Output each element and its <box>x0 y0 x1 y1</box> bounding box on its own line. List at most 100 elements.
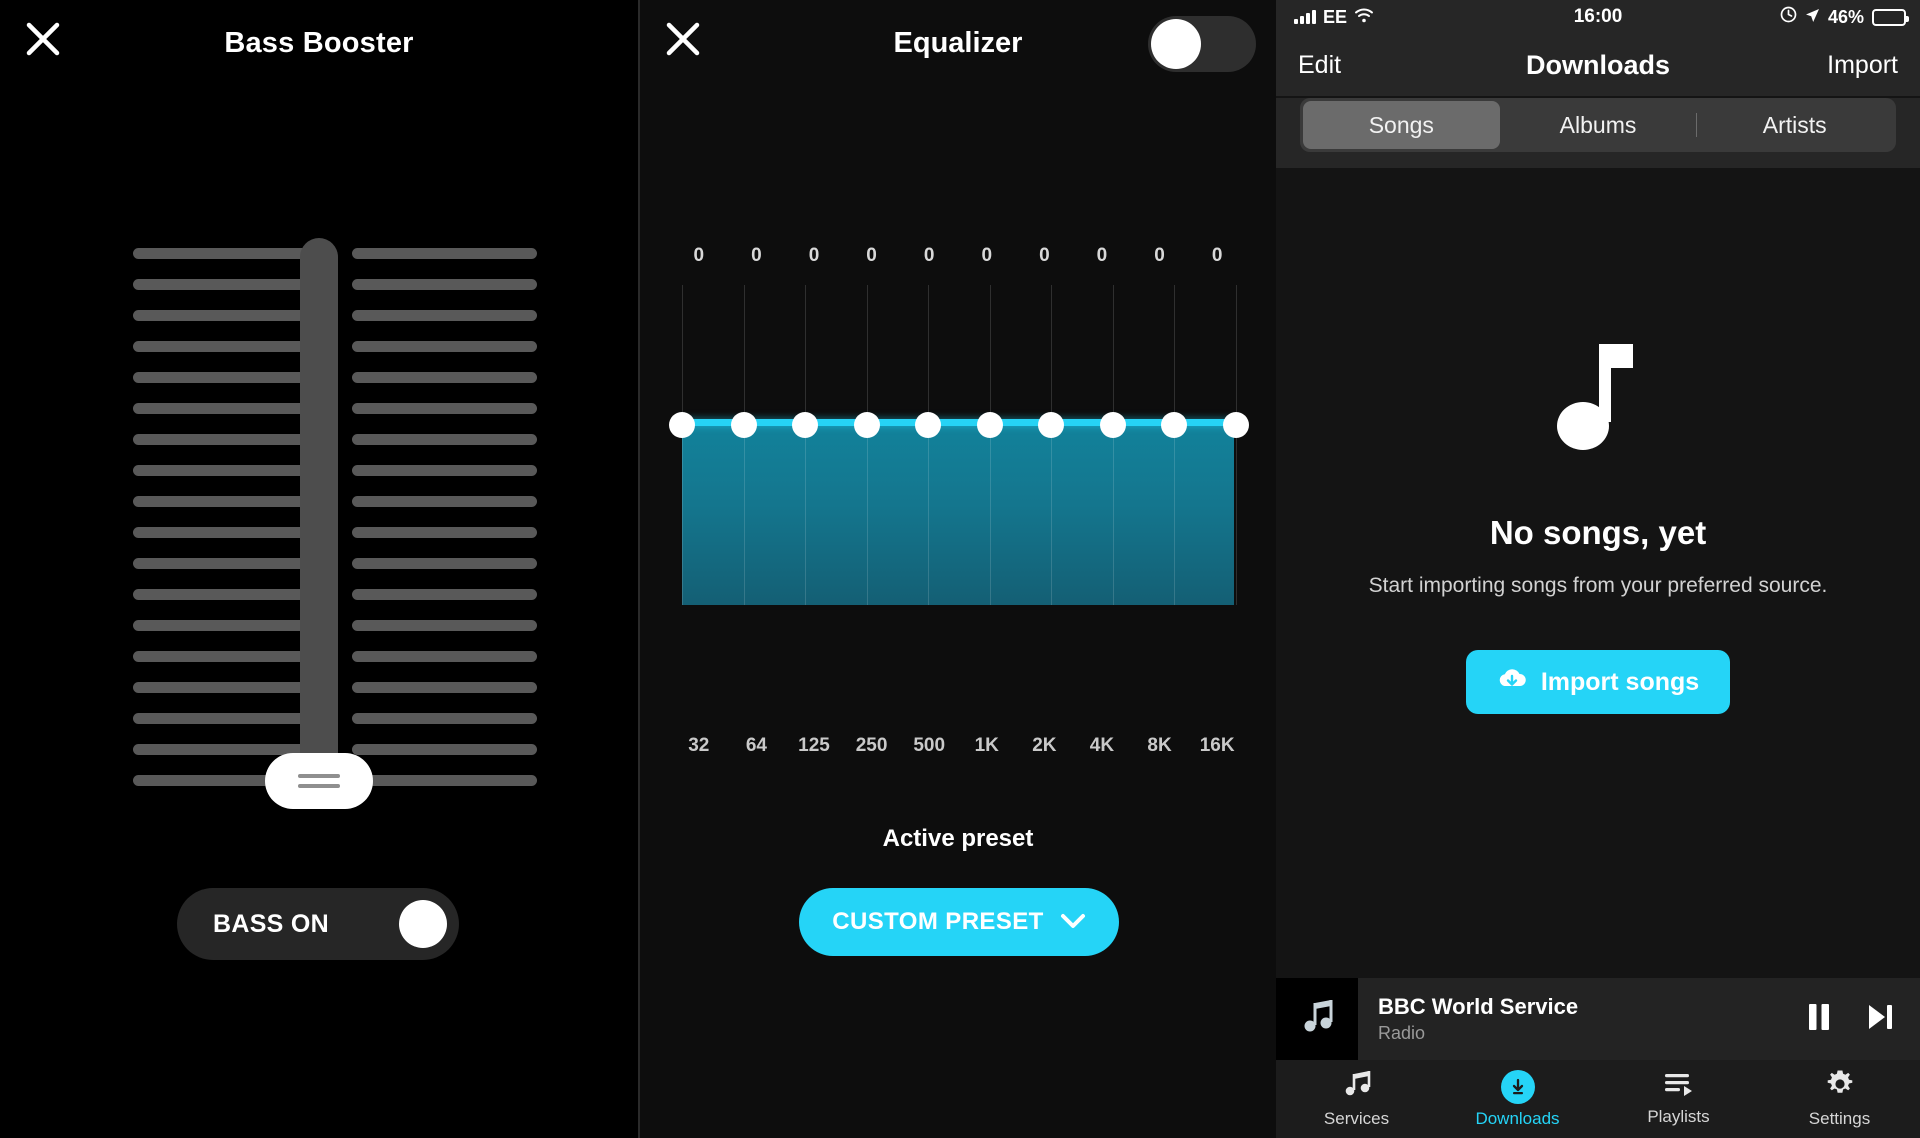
eq-band-value: 0 <box>866 245 877 266</box>
location-arrow-icon <box>1805 7 1820 28</box>
bass-level-slider[interactable] <box>0 238 638 809</box>
battery-percent-label: 46% <box>1827 6 1864 27</box>
tab-playlists[interactable]: Playlists <box>1598 1060 1759 1138</box>
eq-band-handle[interactable] <box>1223 412 1249 438</box>
bass-on-toggle[interactable]: BASS ON <box>177 888 459 960</box>
eq-gridline <box>989 285 991 605</box>
eq-gridline <box>928 285 930 605</box>
tab-label: Settings <box>1808 1109 1871 1128</box>
eq-band-handle[interactable] <box>792 412 819 438</box>
carrier-label: EE <box>1323 6 1348 27</box>
slider-tick <box>352 341 537 352</box>
eq-gridline <box>866 285 868 605</box>
bass-on-label: BASS ON <box>213 909 330 938</box>
eq-band-frequency: 8K <box>1147 735 1172 756</box>
wifi-icon <box>1354 7 1374 28</box>
now-playing-artwork <box>1276 978 1358 1060</box>
slider-tick <box>133 341 318 352</box>
status-left: EE <box>1294 7 1374 28</box>
slider-tick <box>352 310 537 321</box>
switch-knob <box>1151 19 1201 69</box>
now-playing-meta: BBC World Service Radio <box>1378 994 1806 1044</box>
slider-tick <box>133 527 318 538</box>
slider-tick <box>133 279 318 290</box>
segment-artists[interactable]: Artists <box>1696 101 1893 149</box>
slider-tick <box>352 279 537 290</box>
chevron-down-icon <box>1060 908 1086 936</box>
bass-booster-header: Bass Booster <box>0 0 638 86</box>
import-button[interactable]: Import <box>1827 51 1898 80</box>
slider-tick <box>133 248 318 259</box>
eq-gridline <box>743 285 745 605</box>
tab-settings[interactable]: Settings <box>1759 1060 1920 1138</box>
now-playing-bar[interactable]: BBC World Service Radio <box>1276 978 1920 1060</box>
tab-downloads[interactable]: Downloads <box>1437 1060 1598 1138</box>
segment-albums[interactable]: Albums <box>1500 101 1697 149</box>
screenshot-root: Bass Booster BASS ON Equalizer 0 0 0 0 0… <box>0 0 1920 1138</box>
slider-tick <box>352 713 537 724</box>
eq-gridline <box>1174 285 1176 605</box>
eq-band-handle[interactable] <box>730 412 757 438</box>
equalizer-graph[interactable] <box>669 285 1249 605</box>
slider-tick <box>352 403 537 414</box>
eq-band-frequency: 16K <box>1199 735 1235 756</box>
segment-songs[interactable]: Songs <box>1303 101 1500 149</box>
eq-band-frequency: 32 <box>688 735 710 756</box>
eq-band-frequency: 4K <box>1089 735 1115 756</box>
slider-tick <box>133 310 318 321</box>
eq-band-value: 0 <box>1096 245 1108 266</box>
pause-icon[interactable] <box>1806 1002 1832 1037</box>
music-notes-icon <box>1341 1069 1373 1104</box>
eq-band-handle[interactable] <box>1099 412 1126 438</box>
tab-label: Downloads <box>1475 1108 1560 1128</box>
slider-tick <box>133 372 318 383</box>
battery-icon <box>1872 8 1909 26</box>
slider-tick <box>133 434 318 445</box>
slider-tick <box>133 682 318 693</box>
equalizer-power-switch[interactable] <box>1148 16 1256 72</box>
eq-gridline <box>682 285 683 605</box>
slider-tick <box>352 558 537 569</box>
eq-band-handle[interactable] <box>669 412 695 438</box>
music-note-icon <box>1295 995 1339 1044</box>
slider-tick <box>133 558 318 569</box>
eq-band-handle[interactable] <box>853 412 880 438</box>
slider-tick <box>352 744 537 755</box>
slider-tick <box>352 248 537 259</box>
eq-band-value: 0 <box>981 245 993 266</box>
eq-band-frequency: 64 <box>745 735 767 756</box>
tab-label: Playlists <box>1647 1107 1710 1126</box>
eq-band-value: 0 <box>751 245 762 266</box>
eq-band-value: 0 <box>808 245 820 266</box>
preset-button-label: CUSTOM PRESET <box>832 908 1044 935</box>
bass-booster-screen: Bass Booster BASS ON <box>0 0 638 1138</box>
now-playing-subtitle: Radio <box>1378 1023 1426 1043</box>
slider-tick <box>133 496 318 507</box>
close-icon[interactable] <box>662 18 704 60</box>
eq-band-handle[interactable] <box>976 412 1003 438</box>
eq-band-value: 0 <box>1154 245 1165 266</box>
tab-bar: Services Downloads Playlists Settings <box>1276 1060 1920 1138</box>
eq-band-frequency: 125 <box>798 735 830 756</box>
slider-tick <box>352 651 537 662</box>
status-right: 46% <box>1780 0 1909 34</box>
edit-button[interactable]: Edit <box>1298 51 1341 80</box>
eq-band-frequency: 250 <box>855 735 888 756</box>
segmented-control: Songs Albums Artists <box>1300 98 1896 152</box>
import-songs-button[interactable]: Import songs <box>1466 650 1730 714</box>
slider-thumb[interactable] <box>265 753 373 809</box>
slider-tick <box>352 775 537 786</box>
alarm-icon <box>1780 6 1797 28</box>
custom-preset-button[interactable]: CUSTOM PRESET <box>799 888 1119 956</box>
page-title: Downloads <box>1525 49 1670 80</box>
tab-services[interactable]: Services <box>1276 1060 1437 1138</box>
slider-tick <box>352 589 537 600</box>
slider-tick <box>352 465 537 476</box>
slider-tick <box>133 403 318 414</box>
slider-tick <box>133 620 318 631</box>
close-icon[interactable] <box>22 18 64 60</box>
cloud-download-icon <box>1497 667 1527 698</box>
eq-band-value: 0 <box>1211 245 1223 266</box>
next-track-icon[interactable] <box>1866 1002 1894 1037</box>
equalizer-screen: Equalizer 0 0 0 0 0 0 0 0 0 0 32 64 125 250 500 1K 2K 4K… <box>638 0 1276 1138</box>
